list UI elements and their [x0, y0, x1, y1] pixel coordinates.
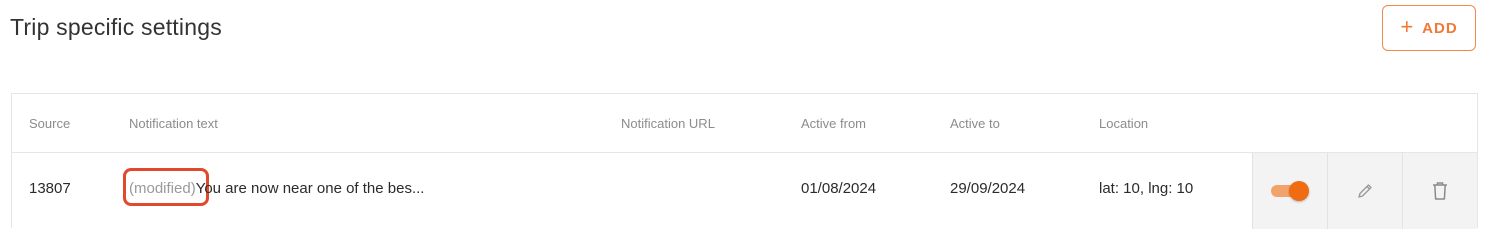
edit-cell — [1327, 153, 1402, 229]
modified-tag: (modified) — [129, 180, 196, 197]
column-header-active-from: Active from — [801, 116, 867, 131]
delete-cell — [1402, 153, 1477, 229]
toggle-knob — [1289, 181, 1309, 201]
cell-location: lat: 10, lng: 10 — [1099, 180, 1194, 197]
toggle-cell — [1252, 153, 1327, 229]
plus-icon: + — [1400, 14, 1415, 39]
cell-active-to: 29/09/2024 — [950, 180, 1026, 197]
settings-table: Source Notification text Notification UR… — [11, 93, 1478, 229]
notification-text: You are now near one of the bes... — [195, 180, 425, 197]
trash-icon[interactable] — [1431, 181, 1449, 201]
column-header-active-to: Active to — [950, 116, 1000, 131]
table-header: Source Notification text Notification UR… — [12, 94, 1477, 153]
add-button[interactable]: + ADD — [1382, 5, 1476, 51]
table-row[interactable]: 13807 (modified)You are now near one of … — [12, 153, 1477, 229]
cell-active-from: 01/08/2024 — [801, 180, 877, 197]
add-button-label: ADD — [1422, 19, 1458, 37]
column-header-location: Location — [1099, 116, 1149, 131]
column-header-source: Source — [29, 116, 71, 131]
cell-notification-text: (modified)You are now near one of the be… — [129, 180, 424, 197]
enabled-toggle[interactable] — [1271, 181, 1309, 201]
column-header-notification-url: Notification URL — [621, 116, 715, 131]
section-title: Trip specific settings — [10, 14, 222, 40]
column-header-notification-text: Notification text — [129, 116, 218, 131]
cell-source: 13807 — [29, 180, 71, 197]
pencil-icon[interactable] — [1355, 181, 1375, 201]
